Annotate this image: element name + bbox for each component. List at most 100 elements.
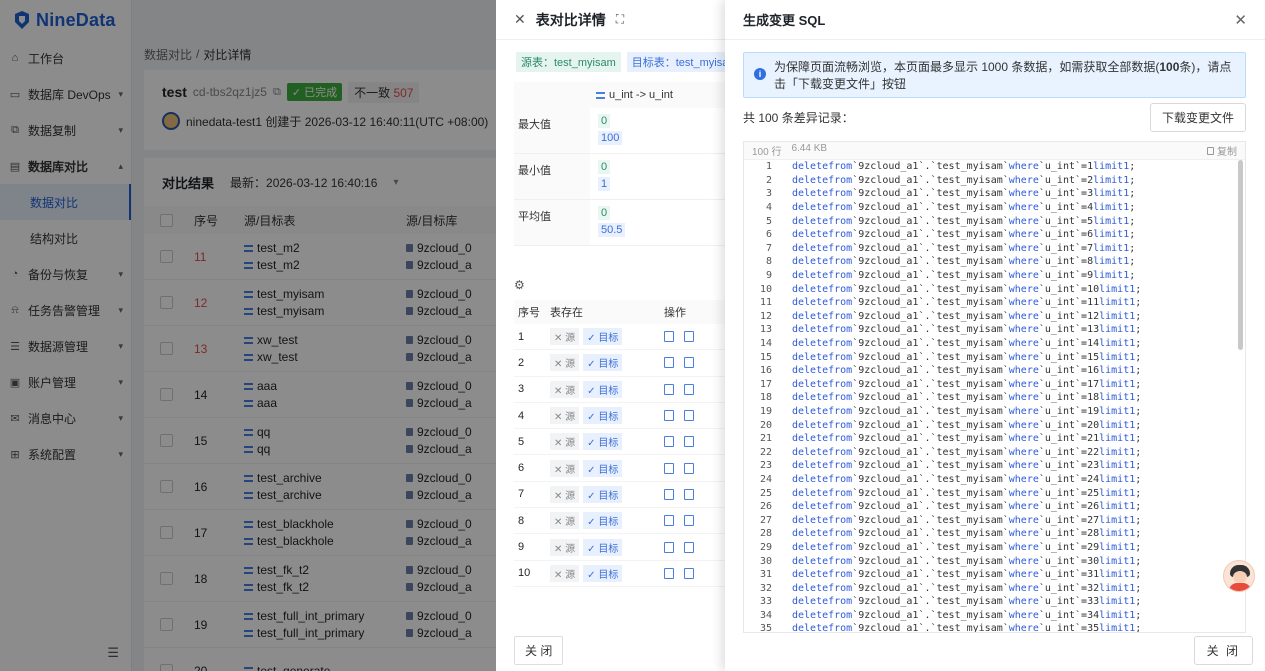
generate-sql-icon[interactable] — [684, 567, 694, 579]
generate-sql-icon[interactable] — [684, 488, 694, 500]
chip-label: 目标 — [598, 359, 619, 371]
alert-text-pre: 为保障页面流畅浏览，本页面最多显示 1000 条数据，如需获取全部数据( — [774, 60, 1160, 74]
sql-token: `u_int` — [1038, 242, 1082, 254]
sql-line: 21 delete from `9zcloud_a1`.`test_myisam`… — [744, 432, 1245, 446]
sql-token: `u_int` — [1038, 569, 1082, 581]
line-number: 33 — [759, 596, 772, 608]
sql-keyword: limit — [1093, 270, 1124, 282]
download-file-button[interactable]: 下载变更文件 — [1149, 102, 1246, 132]
line-number: 1 — [765, 161, 772, 173]
sql-token: `u_int` — [1038, 405, 1082, 417]
sql-token: 20 — [1087, 419, 1100, 431]
line-number: 9 — [765, 270, 772, 282]
sql-token: `9zcloud_a1`.`test_myisam` — [852, 310, 1009, 322]
detail-close-button[interactable]: 关 闭 — [514, 636, 564, 665]
sql-line: 8 delete from `9zcloud_a1`.`test_myisam` … — [744, 255, 1245, 269]
line-number: 28 — [759, 528, 772, 540]
sql-token: `u_int` — [1038, 283, 1082, 295]
line-number: 22 — [759, 446, 772, 458]
sql-keyword: from — [828, 242, 853, 254]
sql-token: 34 — [1087, 609, 1100, 621]
generate-sql-icon[interactable] — [684, 410, 694, 422]
sql-keyword: from — [828, 365, 853, 377]
sql-keyword: limit — [1099, 310, 1130, 322]
sql-keyword: where — [1008, 256, 1039, 268]
sql-token: ; — [1135, 569, 1142, 581]
generate-sql-icon[interactable] — [684, 541, 694, 553]
target-exists-chip: ✓ 目标 — [583, 512, 623, 530]
sql-token: `9zcloud_a1`.`test_myisam` — [852, 351, 1009, 363]
sql-token: 10 — [1087, 283, 1100, 295]
sql-token: `9zcloud_a1`.`test_myisam` — [852, 555, 1009, 567]
sql-keyword: limit — [1099, 405, 1130, 417]
exist-status: ✕ 源 ✓ 目标 — [550, 433, 664, 451]
generate-sql-icon[interactable] — [684, 515, 694, 527]
view-sql-icon[interactable] — [664, 567, 674, 579]
table-compare-detail-drawer: ✕ 表对比详情 ⛶ 源表：test_myisam 目标表：test_myisam… — [496, 0, 743, 671]
sql-line: 9 delete from `9zcloud_a1`.`test_myisam` … — [744, 269, 1245, 283]
sql-token: 13 — [1087, 324, 1100, 336]
sql-token: `9zcloud_a1`.`test_myisam` — [852, 338, 1009, 350]
view-sql-icon[interactable] — [664, 410, 674, 422]
sql-keyword: limit — [1099, 569, 1130, 581]
sql-token: ; — [1135, 283, 1142, 295]
row-actions — [664, 541, 725, 553]
sql-token: 27 — [1087, 514, 1100, 526]
sql-keyword: where — [1008, 229, 1039, 241]
sql-keyword: limit — [1099, 324, 1130, 336]
sql-token: ; — [1129, 174, 1136, 186]
sql-token: ; — [1135, 419, 1142, 431]
exist-status: ✕ 源 ✓ 目标 — [550, 328, 664, 346]
info-alert: i 为保障页面流畅浏览，本页面最多显示 1000 条数据，如需获取全部数据(10… — [743, 52, 1246, 98]
sql-keyword: delete — [792, 392, 829, 404]
sql-keyword: limit — [1099, 297, 1130, 309]
target-exists-chip: ✓ 目标 — [583, 433, 623, 451]
line-number: 18 — [759, 392, 772, 404]
view-sql-icon[interactable] — [664, 541, 674, 553]
copy-button[interactable]: 复制 — [1207, 143, 1237, 158]
sql-token: `u_int` — [1038, 541, 1082, 553]
sql-keyword: delete — [792, 297, 829, 309]
view-sql-icon[interactable] — [664, 462, 674, 474]
info-icon: i — [754, 68, 766, 80]
view-sql-icon[interactable] — [664, 515, 674, 527]
view-sql-icon[interactable] — [664, 488, 674, 500]
copy-label: 复制 — [1217, 147, 1237, 158]
sql-token: `9zcloud_a1`.`test_myisam` — [852, 297, 1009, 309]
generate-sql-icon[interactable] — [684, 462, 694, 474]
generate-sql-icon[interactable] — [684, 436, 694, 448]
generate-sql-icon[interactable] — [684, 331, 694, 343]
line-number: 15 — [759, 351, 772, 363]
sql-keyword: where — [1008, 338, 1039, 350]
sql-code-viewer[interactable]: 100 行 6.44 KB 复制 1 delete from `9zcloud_a… — [743, 141, 1246, 633]
chip-label: 源 — [565, 359, 576, 371]
generate-sql-icon[interactable] — [684, 383, 694, 395]
view-sql-icon[interactable] — [664, 357, 674, 369]
view-sql-icon[interactable] — [664, 383, 674, 395]
sql-close-button[interactable]: 关 闭 — [1193, 636, 1253, 665]
gear-icon[interactable]: ⚙ — [514, 278, 525, 292]
sql-token: `u_int` — [1038, 596, 1082, 608]
close-icon[interactable]: ✕ — [1234, 11, 1247, 29]
assistant-avatar[interactable] — [1223, 560, 1255, 592]
sql-line: 16 delete from `9zcloud_a1`.`test_myisam`… — [744, 364, 1245, 378]
source-missing-chip: ✕ 源 — [550, 512, 580, 530]
sql-token: `u_int` — [1038, 174, 1082, 186]
sql-keyword: delete — [792, 569, 829, 581]
sql-token: `9zcloud_a1`.`test_myisam` — [852, 174, 1009, 186]
line-number: 24 — [759, 473, 772, 485]
sql-keyword: where — [1008, 528, 1039, 540]
sql-token: `9zcloud_a1`.`test_myisam` — [852, 202, 1009, 214]
sql-token: `9zcloud_a1`.`test_myisam` — [852, 596, 1009, 608]
target-exists-chip: ✓ 目标 — [583, 485, 623, 503]
view-sql-icon[interactable] — [664, 331, 674, 343]
close-icon[interactable]: ✕ — [514, 11, 526, 28]
view-sql-icon[interactable] — [664, 436, 674, 448]
sql-keyword: from — [828, 202, 853, 214]
scrollbar[interactable] — [1238, 160, 1243, 350]
sql-token: `u_int` — [1038, 528, 1082, 540]
fullscreen-icon[interactable]: ⛶ — [616, 12, 624, 27]
sql-keyword: delete — [792, 501, 829, 513]
sql-token: `u_int` — [1038, 215, 1082, 227]
generate-sql-icon[interactable] — [684, 357, 694, 369]
